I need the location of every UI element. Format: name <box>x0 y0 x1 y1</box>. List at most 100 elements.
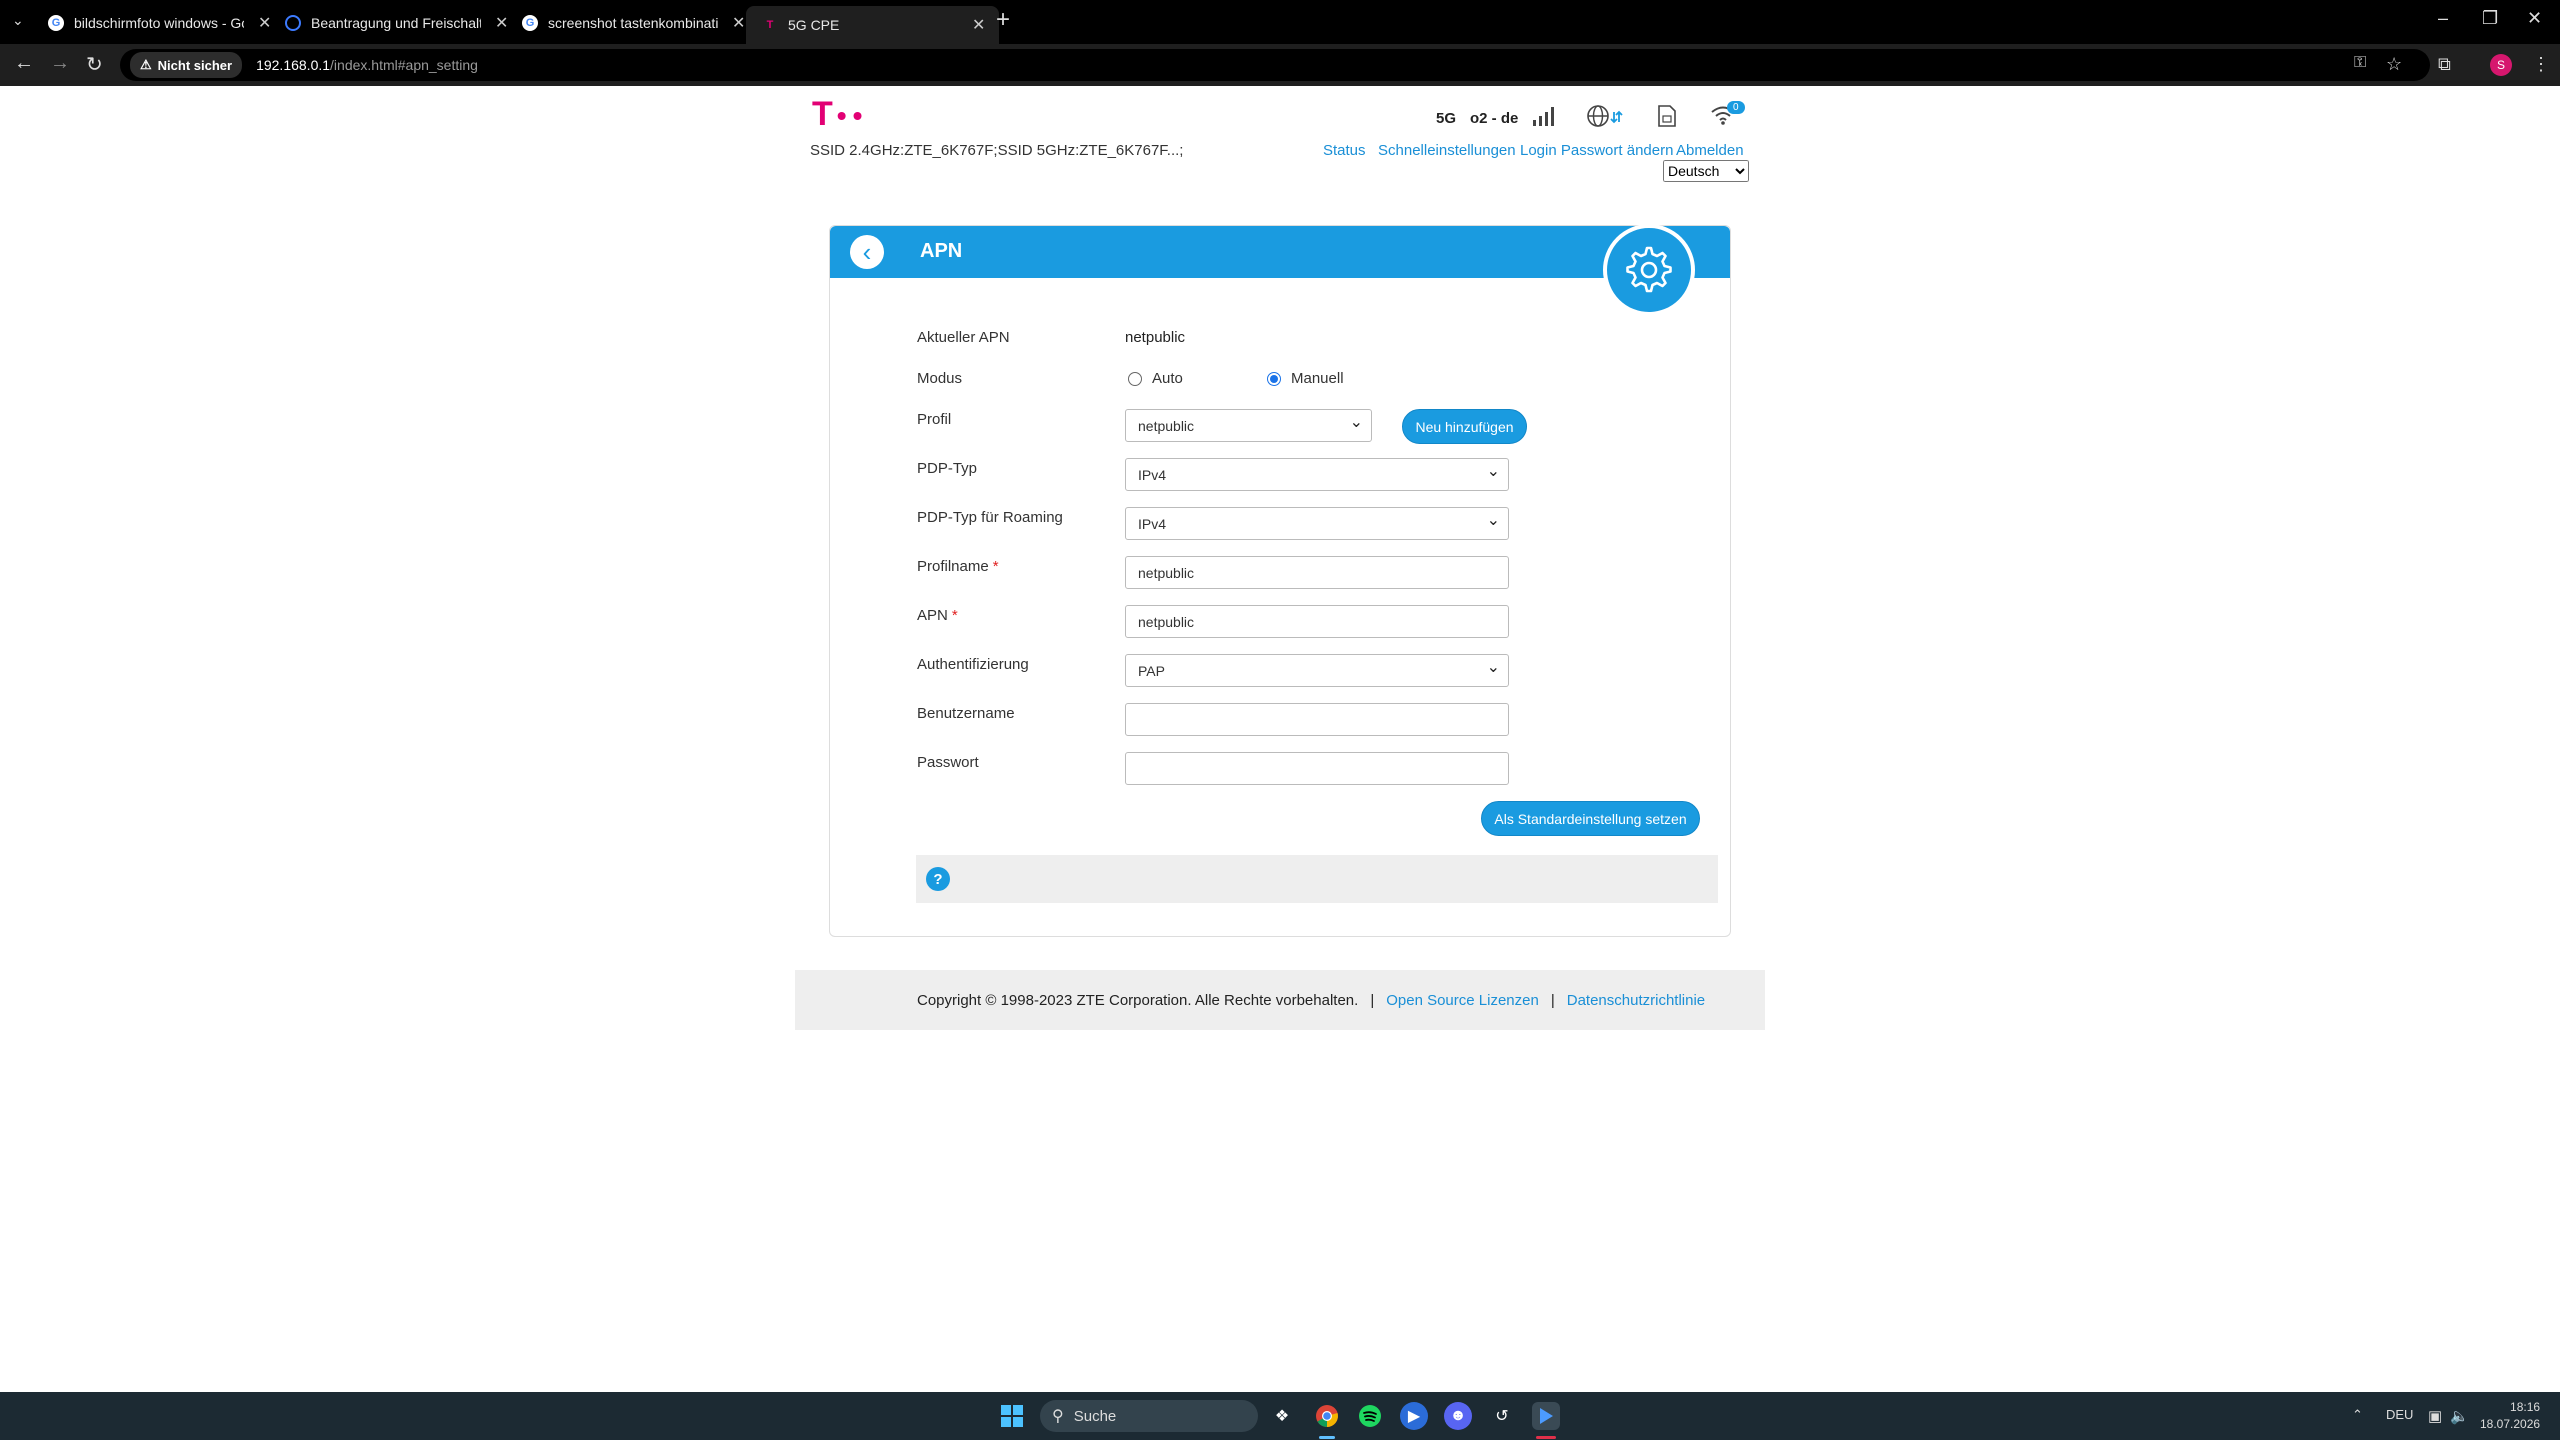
discord-icon[interactable]: ☻ <box>1444 1402 1472 1430</box>
set-default-button[interactable]: Als Standardeinstellung setzen <box>1481 801 1700 836</box>
tray-expand-icon[interactable]: ⌃ <box>2352 1407 2363 1423</box>
page-footer: Copyright © 1998-2023 ZTE Corporation. A… <box>795 970 1765 1030</box>
pdp-roaming-select[interactable]: IPv4 <box>1125 507 1509 540</box>
back-chevron-icon[interactable]: ‹ <box>850 235 884 269</box>
google-icon: G <box>522 15 538 31</box>
help-question-icon[interactable]: ? <box>926 867 950 891</box>
apn-label-text: APN <box>917 607 948 624</box>
pdp-roaming-label: PDP-Typ für Roaming <box>917 509 1063 526</box>
profile-select[interactable]: netpublic <box>1125 409 1372 442</box>
forward-icon[interactable]: → <box>50 52 70 75</box>
app-c-icon[interactable]: ↺ <box>1488 1402 1516 1430</box>
taskbar-search[interactable]: ⚲ Suche <box>1040 1400 1258 1432</box>
active-app-indicator <box>1536 1436 1556 1439</box>
nav-change-password-link[interactable]: Login Passwort ändern <box>1520 142 1673 159</box>
extensions-icon[interactable]: ⧉ <box>2438 54 2451 75</box>
tab-title: Beantragung und Freischaltung <box>311 15 481 31</box>
pdp-roaming-value: IPv4 <box>1138 515 1167 532</box>
warning-icon: ⚠ <box>140 57 152 72</box>
nav-quick-settings-link[interactable]: Schnelleinstellungen <box>1378 142 1516 159</box>
steam-icon[interactable]: ❖ <box>1268 1402 1296 1430</box>
url-path: /index.html#apn_setting <box>330 57 478 73</box>
tab-title: 5G CPE <box>788 17 840 33</box>
search-placeholder: Suche <box>1073 1407 1117 1425</box>
chrome-active-indicator <box>1319 1436 1335 1439</box>
authentication-label: Authentifizierung <box>917 656 1029 673</box>
profile-select-value: netpublic <box>1138 417 1195 434</box>
radio-checked-icon <box>1267 371 1281 386</box>
clock-date: 18.07.2026 <box>2480 1417 2541 1431</box>
apn-input[interactable]: netpublic <box>1125 605 1509 638</box>
open-source-link[interactable]: Open Source Lizenzen <box>1386 992 1539 1009</box>
profile-name-label: Profilname * <box>917 558 999 575</box>
new-tab-icon[interactable]: + <box>996 6 1010 34</box>
profile-name-input[interactable]: netpublic <box>1125 556 1509 589</box>
tab-beantragung[interactable]: Beantragung und Freischaltung ✕ <box>285 6 508 40</box>
apn-label: APN * <box>917 607 958 624</box>
security-indicator[interactable]: ⚠ Nicht sicher <box>130 52 243 78</box>
footer-separator: | <box>1550 991 1555 1009</box>
add-new-profile-button[interactable]: Neu hinzufügen <box>1402 409 1527 444</box>
authentication-select[interactable]: PAP <box>1125 654 1509 687</box>
profile-label: Profil <box>917 411 952 428</box>
username-input[interactable] <box>1125 703 1509 736</box>
network-monitor-icon[interactable]: ▣ <box>2428 1407 2442 1425</box>
close-tab-icon[interactable]: ✕ <box>732 13 745 33</box>
address-bar[interactable]: ⚠ Nicht sicher 192.168.0.1/index.html#ap… <box>120 49 2430 81</box>
tab-title: bildschirmfoto windows - Goog <box>74 15 244 31</box>
telekom-icon: T <box>766 19 774 31</box>
profile-name-label-text: Profilname <box>917 558 989 575</box>
security-label: Nicht sicher <box>157 57 233 73</box>
bookmark-star-icon[interactable]: ☆ <box>2386 54 2402 75</box>
copyright-text: Copyright © 1998-2023 ZTE Corporation. A… <box>917 991 1359 1009</box>
profile-avatar[interactable]: S <box>2490 54 2512 76</box>
mode-auto-radio[interactable]: Auto <box>1128 370 1183 387</box>
password-key-icon[interactable]: ⚿ <box>2354 54 2366 72</box>
pdp-type-select[interactable]: IPv4 <box>1125 458 1509 491</box>
required-mark: * <box>992 558 999 575</box>
spotify-icon[interactable] <box>1356 1402 1384 1430</box>
volume-icon[interactable]: 🔈 <box>2450 1407 2469 1425</box>
nav-logout-link[interactable]: Abmelden <box>1676 142 1744 159</box>
window-close-icon[interactable]: ✕ <box>2527 8 2542 29</box>
windows-start-icon[interactable] <box>998 1402 1026 1430</box>
mode-manual-radio[interactable]: Manuell <box>1267 370 1344 387</box>
mode-manual-label: Manuell <box>1291 370 1344 387</box>
password-input[interactable] <box>1125 752 1509 785</box>
internet-globe-icon <box>1586 104 1626 135</box>
app-active-icon[interactable] <box>1532 1402 1560 1430</box>
nav-status-link[interactable]: Status <box>1323 142 1366 159</box>
minimize-icon[interactable]: – <box>2438 8 2448 29</box>
authentication-value: PAP <box>1138 662 1165 679</box>
provider-name: o2 - de <box>1470 110 1519 127</box>
language-select[interactable]: Deutsch <box>1663 160 1749 182</box>
back-icon[interactable]: ← <box>14 52 34 75</box>
close-tab-icon[interactable]: ✕ <box>972 15 985 35</box>
tab-title: screenshot tastenkombination <box>548 15 718 31</box>
url-text[interactable]: 192.168.0.1/index.html#apn_setting <box>256 57 478 73</box>
menu-kebab-icon[interactable]: ⋮ <box>2532 54 2550 75</box>
close-tab-icon[interactable]: ✕ <box>258 13 271 33</box>
tab-search-chevron-icon[interactable]: ⌄ <box>12 12 24 29</box>
profile-name-value: netpublic <box>1138 564 1195 581</box>
restore-icon[interactable]: ❐ <box>2482 8 2498 29</box>
tab-5g-cpe[interactable]: T 5G CPE ✕ <box>746 6 1000 44</box>
close-tab-icon[interactable]: ✕ <box>495 13 508 33</box>
app-blue-icon[interactable]: ▶ <box>1400 1402 1428 1430</box>
footer-separator: | <box>1370 991 1375 1009</box>
reload-icon[interactable]: ↻ <box>86 52 103 77</box>
pdp-type-label: PDP-Typ <box>917 460 978 477</box>
input-language[interactable]: DEU <box>2386 1407 2413 1422</box>
chrome-icon[interactable] <box>1313 1402 1341 1430</box>
system-clock[interactable]: 18:16 18.07.2026 <box>2480 1399 2540 1433</box>
privacy-link[interactable]: Datenschutzrichtlinie <box>1567 992 1705 1009</box>
apn-value: netpublic <box>1138 613 1195 630</box>
tab-screenshot[interactable]: G screenshot tastenkombination ✕ <box>522 6 745 40</box>
current-apn-label: Aktueller APN <box>917 329 1010 346</box>
settings-gear-icon <box>1603 224 1695 316</box>
help-panel: ? <box>916 855 1718 903</box>
browser-tab-bar: ⌄ G bildschirmfoto windows - Goog ✕ Bean… <box>0 0 2560 44</box>
current-apn-value: netpublic <box>1125 329 1186 346</box>
mode-label: Modus <box>917 370 963 387</box>
tab-bildschirmfoto[interactable]: G bildschirmfoto windows - Goog ✕ <box>48 6 271 40</box>
